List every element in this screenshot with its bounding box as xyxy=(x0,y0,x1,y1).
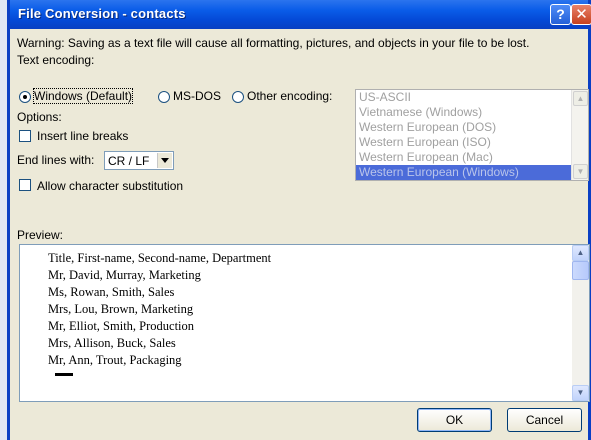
preview-line: Mr, Elliot, Smith, Production xyxy=(48,319,195,333)
encoding-listbox[interactable]: US-ASCII Vietnamese (Windows) Western Eu… xyxy=(355,89,589,181)
preview-pane[interactable]: Title, First-name, Second-name, Departme… xyxy=(19,244,590,402)
encoding-list-scrollbar[interactable]: ▲ ▼ xyxy=(571,90,588,180)
scroll-down-arrow-icon[interactable]: ▼ xyxy=(572,385,589,401)
radio-windows-default-label[interactable]: Windows (Default) xyxy=(32,88,134,104)
ok-button[interactable]: OK xyxy=(417,408,492,432)
scroll-down-arrow-icon[interactable]: ▼ xyxy=(573,164,588,179)
insert-line-breaks-checkbox[interactable] xyxy=(19,130,31,142)
preview-line: Mrs, Allison, Buck, Sales xyxy=(48,336,176,350)
title-bar[interactable]: File Conversion - contacts ? ✕ xyxy=(10,0,591,29)
insert-line-breaks-label[interactable]: Insert line breaks xyxy=(37,129,128,143)
preview-line: Mrs, Lou, Brown, Marketing xyxy=(48,302,194,316)
window-title: File Conversion - contacts xyxy=(18,6,186,21)
scrollbar-thumb[interactable] xyxy=(572,261,589,280)
preview-label: Preview: xyxy=(17,228,64,242)
allow-substitution-label[interactable]: Allow character substitution xyxy=(37,179,183,193)
radio-other-encoding[interactable] xyxy=(232,91,244,103)
radio-ms-dos[interactable] xyxy=(158,91,170,103)
encoding-list-item[interactable]: Western European (ISO) xyxy=(356,135,588,150)
close-icon[interactable]: ✕ xyxy=(571,4,591,25)
encoding-list-item[interactable]: Western European (DOS) xyxy=(356,120,588,135)
encoding-list-item[interactable]: US-ASCII xyxy=(356,90,588,105)
preview-line: Mr, David, Murray, Marketing xyxy=(48,268,201,282)
end-lines-select[interactable]: CR / LF xyxy=(104,151,174,170)
file-conversion-dialog: File Conversion - contacts ? ✕ Warning: … xyxy=(7,0,591,440)
preview-line: Title, First-name, Second-name, Departme… xyxy=(48,251,272,265)
text-cursor xyxy=(55,373,73,376)
options-label: Options: xyxy=(17,110,62,124)
allow-substitution-checkbox[interactable] xyxy=(19,179,31,191)
text-encoding-label: Text encoding: xyxy=(17,53,95,67)
end-lines-value: CR / LF xyxy=(108,154,150,168)
chevron-down-icon[interactable] xyxy=(157,153,172,168)
radio-other-encoding-label[interactable]: Other encoding: xyxy=(247,89,332,103)
radio-ms-dos-label[interactable]: MS-DOS xyxy=(173,89,221,103)
preview-line: Ms, Rowan, Smith, Sales xyxy=(48,285,175,299)
cancel-button[interactable]: Cancel xyxy=(507,408,582,432)
preview-line: Mr, Ann, Trout, Packaging xyxy=(48,353,182,367)
scroll-up-arrow-icon[interactable]: ▲ xyxy=(572,245,589,261)
help-icon[interactable]: ? xyxy=(550,4,571,25)
encoding-list-item[interactable]: Western European (Mac) xyxy=(356,150,588,165)
warning-text: Warning: Saving as a text file will caus… xyxy=(17,36,530,50)
encoding-list-item-selected[interactable]: Western European (Windows) xyxy=(356,165,588,180)
encoding-list-item[interactable]: Vietnamese (Windows) xyxy=(356,105,588,120)
end-lines-label: End lines with: xyxy=(17,153,95,167)
preview-scrollbar[interactable]: ▲ ▼ xyxy=(572,245,589,401)
radio-windows-default[interactable] xyxy=(19,91,31,103)
scroll-up-arrow-icon[interactable]: ▲ xyxy=(573,91,588,106)
